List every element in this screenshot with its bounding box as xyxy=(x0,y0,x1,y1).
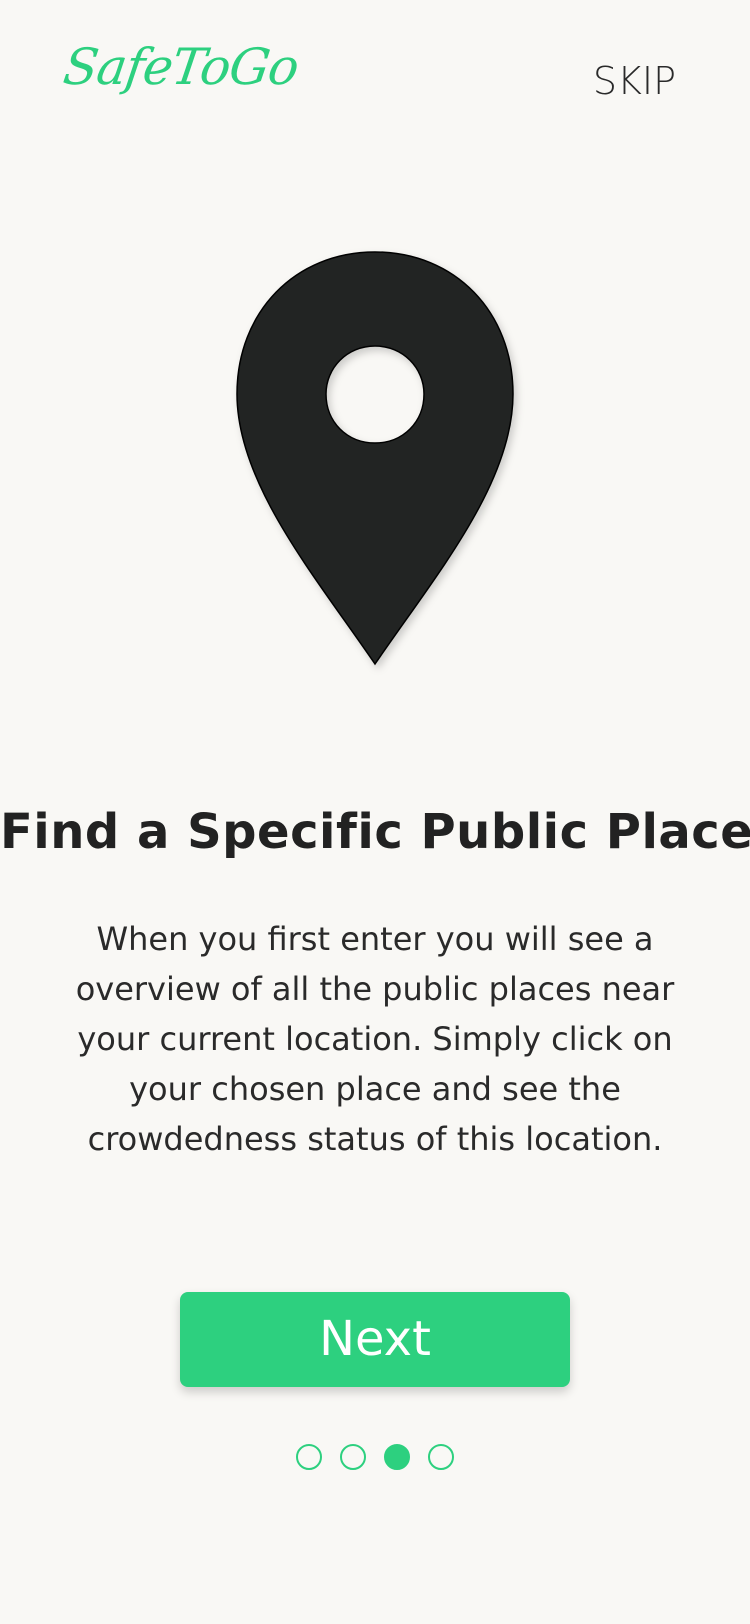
location-pin-graphic xyxy=(236,251,514,666)
pagination-dot-1[interactable] xyxy=(296,1444,322,1470)
description-text: When you first enter you will see a over… xyxy=(75,920,675,1158)
app-logo: SafeToGo xyxy=(59,38,302,96)
pagination-dot-4[interactable] xyxy=(428,1444,454,1470)
next-button[interactable]: Next xyxy=(180,1292,570,1387)
pagination-dot-3-active[interactable] xyxy=(384,1444,410,1470)
pagination-dot-2[interactable] xyxy=(340,1444,366,1470)
page-title: Find a Specific Public Place xyxy=(0,804,750,860)
skip-button[interactable]: SKIP xyxy=(593,62,676,100)
pagination-dots xyxy=(0,1444,750,1470)
location-pin-icon xyxy=(225,246,525,676)
